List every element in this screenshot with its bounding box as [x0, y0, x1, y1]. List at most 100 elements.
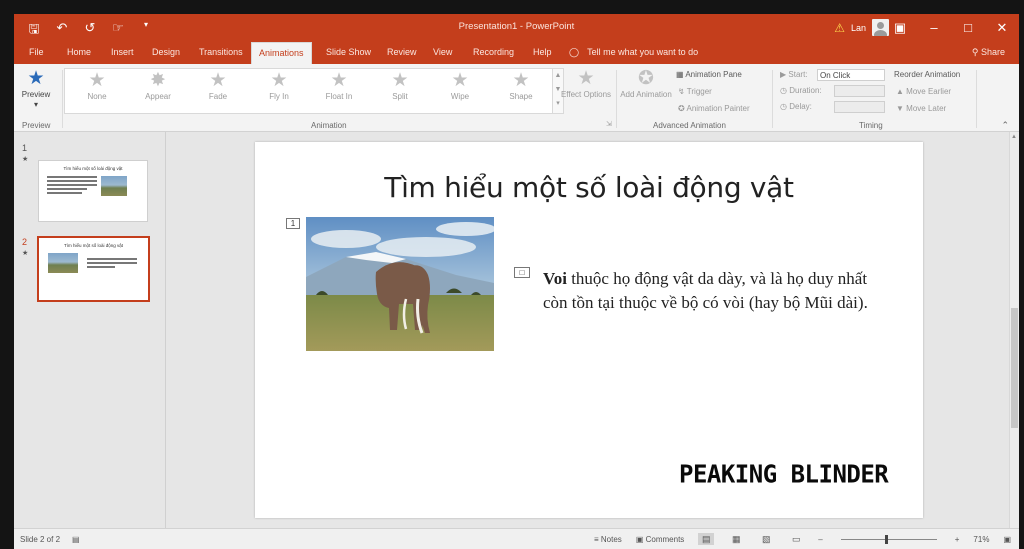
burst-star-icon: ✸ [150, 70, 166, 91]
preview-dropdown-icon[interactable]: ▾ [14, 100, 64, 110]
effect-wipe[interactable]: ★ Wipe [432, 70, 488, 102]
tab-help[interactable]: Help [526, 42, 559, 64]
tab-slide-show[interactable]: Slide Show [319, 42, 378, 64]
trigger-button[interactable]: ↯ Trigger [678, 87, 712, 96]
ribbon-tabs: File Home Insert Design Transitions Anim… [14, 42, 1019, 64]
text-line [47, 184, 97, 186]
ribbon-display-icon[interactable]: ▣ [883, 14, 917, 42]
warning-icon[interactable]: ⚠ [834, 21, 845, 35]
ribbon-animations: ★ Preview ▾ Preview ★ None ✸ Appear ★ Fa… [14, 64, 1019, 132]
accessibility-icon[interactable]: ▤ [72, 535, 80, 544]
separator [616, 70, 617, 128]
collapse-ribbon-icon[interactable]: ⌃ [1001, 120, 1009, 131]
text-line [87, 258, 137, 260]
tab-recording[interactable]: Recording [466, 42, 521, 64]
close-icon[interactable]: ✕ [985, 14, 1019, 42]
reorder-label: Reorder Animation [894, 70, 961, 79]
tab-animations[interactable]: Animations [251, 42, 312, 64]
triangle-up-icon: ▲ [896, 87, 904, 96]
user-name[interactable]: Lan [851, 23, 866, 33]
separator [976, 70, 977, 128]
tab-insert[interactable]: Insert [104, 42, 141, 64]
slide-thumbnail-2[interactable]: Tìm hiểu một số loài động vật [37, 236, 150, 302]
zoom-slider[interactable] [840, 534, 937, 544]
comment-icon: ▣ [635, 534, 644, 544]
zoom-level[interactable]: 71% [973, 535, 989, 544]
zoom-in-icon[interactable]: + [955, 535, 960, 544]
effect-split[interactable]: ★ Split [372, 70, 428, 102]
window-controls: ▣ – □ ✕ [883, 14, 1019, 42]
slide-title[interactable]: Tìm hiểu một số loài động vật [255, 171, 923, 204]
tab-transitions[interactable]: Transitions [192, 42, 250, 64]
star-icon: ★ [512, 70, 530, 91]
move-earlier-button[interactable]: ▲ Move Earlier [896, 87, 951, 96]
start-label: ▶ Start: [780, 70, 808, 79]
animation-star-icon: ★ [22, 250, 29, 257]
scroll-up-icon[interactable]: ▲ [1011, 134, 1017, 140]
slideshow-view-icon[interactable]: ▭ [788, 533, 804, 545]
star-icon: ★ [330, 70, 348, 91]
body-text: thuộc họ động vật da dày, và là họ duy n… [543, 269, 868, 312]
thumbnail-title: Tìm hiểu một số loài động vật [63, 243, 124, 248]
slide-canvas[interactable]: Tìm hiểu một số loài động vật 1 □ Voi th… [255, 142, 923, 518]
text-line [87, 262, 137, 264]
star-icon: ★ [451, 70, 469, 91]
reading-view-icon[interactable]: ▧ [758, 533, 774, 545]
minimize-icon[interactable]: – [917, 14, 951, 42]
tab-review[interactable]: Review [380, 42, 424, 64]
vertical-scrollbar[interactable]: ▲ [1009, 132, 1019, 528]
star-options-icon: ★ [577, 68, 595, 89]
fit-slide-icon[interactable]: ▣ [1003, 535, 1011, 544]
star-icon: ★ [391, 70, 409, 91]
powerpoint-window: 🖫 ↶ ↺ ☞ ▾ Presentation1 - PowerPoint ⚠ L… [14, 14, 1019, 549]
animation-tag-text[interactable]: □ [514, 267, 530, 278]
star-icon: ★ [270, 70, 288, 91]
normal-view-icon[interactable]: ▤ [698, 533, 715, 545]
title-bar: 🖫 ↶ ↺ ☞ ▾ Presentation1 - PowerPoint ⚠ L… [14, 14, 1019, 42]
tell-me-search[interactable]: ◯ Tell me what you want to do [569, 42, 698, 63]
preview-star-icon: ★ [27, 68, 45, 89]
start-select[interactable]: On Click [817, 69, 885, 81]
preview-button[interactable]: ★ Preview ▾ [14, 68, 64, 110]
zoom-out-icon[interactable]: – [818, 535, 822, 544]
effect-none[interactable]: ★ None [69, 70, 125, 102]
slide-body-text[interactable]: Voi thuộc họ động vật da dày, và là họ d… [543, 267, 873, 315]
effect-options-button[interactable]: ★ Effect Options [560, 68, 612, 100]
animation-painter-button[interactable]: ✪ Animation Painter [678, 104, 750, 113]
scroll-thumb[interactable] [1011, 308, 1018, 428]
delay-input[interactable] [834, 101, 885, 113]
effect-appear[interactable]: ✸ Appear [130, 70, 186, 102]
animation-tag-image[interactable]: 1 [286, 218, 300, 229]
maximize-icon[interactable]: □ [951, 14, 985, 42]
animation-pane-button[interactable]: ▦ Animation Pane [676, 70, 742, 79]
text-line [47, 188, 87, 190]
animation-star-icon: ★ [22, 156, 29, 163]
elephant-photo[interactable] [306, 217, 494, 351]
animation-pane-icon: ▦ [676, 70, 684, 79]
move-later-button[interactable]: ▼ Move Later [896, 104, 946, 113]
slide-thumbnail-1[interactable]: Tìm hiểu một số loài động vật [38, 160, 148, 222]
effect-fade[interactable]: ★ Fade [190, 70, 246, 102]
lightbulb-icon: ◯ [569, 47, 580, 57]
tab-design[interactable]: Design [145, 42, 187, 64]
tab-file[interactable]: File [22, 42, 51, 64]
dialog-launcher-icon[interactable]: ⇲ [606, 120, 612, 128]
thumbnail-image [48, 253, 78, 273]
person-icon: ⚲ [971, 47, 979, 57]
thumbnail-title: Tìm hiểu một số loài động vật [63, 166, 123, 171]
duration-input[interactable] [834, 85, 885, 97]
delay-label: ◷ Delay: [780, 102, 812, 111]
group-advanced-animation: Advanced Animation [653, 121, 726, 130]
effect-float-in[interactable]: ★ Float In [311, 70, 367, 102]
user-area[interactable]: ⚠ Lan [834, 19, 889, 36]
lightning-icon: ↯ [678, 87, 685, 96]
tab-home[interactable]: Home [60, 42, 98, 64]
add-animation-button[interactable]: ✪ Add Animation [618, 68, 674, 100]
effect-fly-in[interactable]: ★ Fly In [251, 70, 307, 102]
share-button[interactable]: ⚲ Share [972, 42, 1005, 63]
slide-sorter-icon[interactable]: ▦ [728, 533, 744, 545]
comments-button[interactable]: ▣ Comments [636, 535, 684, 544]
tab-view[interactable]: View [426, 42, 459, 64]
notes-button[interactable]: ≡ Notes [594, 535, 622, 544]
effect-shape[interactable]: ★ Shape [493, 70, 549, 102]
